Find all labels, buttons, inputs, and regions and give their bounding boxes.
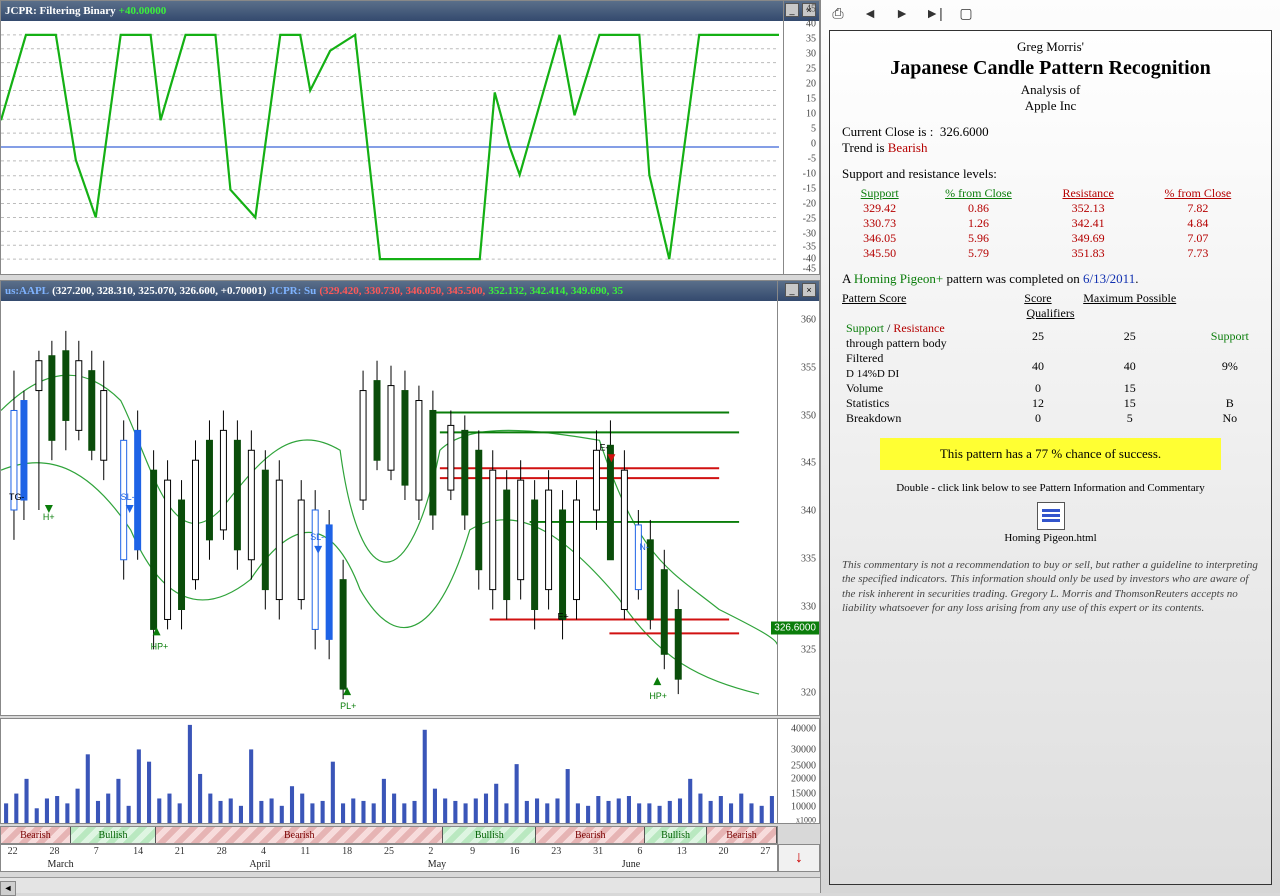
sr-heading: Support and resistance levels: xyxy=(842,166,1259,182)
close-value: 326.6000 xyxy=(940,124,989,139)
pattern-sentence: A Homing Pigeon+ pattern was completed o… xyxy=(842,271,1259,287)
dblclick-hint: Double - click link below to see Pattern… xyxy=(842,482,1259,494)
trend-value: Bearish xyxy=(888,140,928,155)
indicator-chart: JCPR: Filtering Binary +40.00000 _ × xyxy=(0,0,820,275)
last-icon[interactable]: ►| xyxy=(925,4,943,22)
trend-ribbon: BearishBullishBearishBullishBearishBulli… xyxy=(0,826,778,844)
horizontal-scrollbar[interactable]: ◄ xyxy=(0,877,820,893)
file-link[interactable]: Homing Pigeon.html xyxy=(842,532,1259,544)
close-label: Current Close is : xyxy=(842,124,933,139)
sr-table: Support % from Close Resistance % from C… xyxy=(842,186,1259,261)
next-icon[interactable]: ► xyxy=(893,4,911,22)
report-company: Apple Inc xyxy=(842,98,1259,114)
scroll-right-button[interactable]: ↓ xyxy=(778,844,820,872)
svg-text:N-: N- xyxy=(639,542,648,552)
volume-yaxis: 400003000025000 200001500010000 x1000 xyxy=(777,719,819,823)
volume-chart: 400003000025000 200001500010000 x1000 xyxy=(0,718,820,824)
file-icon[interactable] xyxy=(1037,502,1065,530)
new-icon[interactable]: ▢ xyxy=(957,4,975,22)
svg-text:TG-: TG- xyxy=(9,492,24,502)
svg-text:E-: E- xyxy=(599,442,608,452)
candle-ohlc: (327.200, 328.310, 325.070, 326.600, +0.… xyxy=(52,285,266,297)
candle-ticker: us:AAPL xyxy=(5,285,49,297)
report-toolbar: ⎙ ◄ ► ►| ▢ xyxy=(821,0,1280,26)
indicator-value: +40.00000 xyxy=(119,5,167,17)
indicator-title: JCPR: Filtering Binary xyxy=(5,5,116,17)
svg-text:HP+: HP+ xyxy=(151,641,169,651)
report-analysis-of: Analysis of xyxy=(842,82,1259,98)
pattern-score-table: Pattern Score Score Maximum Possible Qua… xyxy=(842,291,1259,426)
candle-srlabel: JCPR: Su xyxy=(270,285,317,297)
candlestick-chart: us:AAPL (327.200, 328.310, 325.070, 326.… xyxy=(0,280,820,716)
disclaimer: This commentary is not a recommendation … xyxy=(842,558,1259,615)
svg-text:HP+: HP+ xyxy=(649,691,667,701)
report-byline: Greg Morris' xyxy=(842,39,1259,55)
report-pane: ⎙ ◄ ► ►| ▢ Greg Morris' Japanese Candle … xyxy=(820,0,1280,893)
svg-text:SL-: SL- xyxy=(121,492,135,502)
trend-label: Trend is xyxy=(842,140,885,155)
indicator-yaxis: 454035 302520 15105 0-5-10 -15-20-25 -30… xyxy=(783,1,819,274)
svg-text:SL-: SL- xyxy=(310,532,324,542)
success-chance: This pattern has a 77 % chance of succes… xyxy=(880,438,1222,470)
report-title: Japanese Candle Pattern Recognition xyxy=(842,57,1259,80)
indicator-titlebar[interactable]: JCPR: Filtering Binary +40.00000 _ × xyxy=(1,1,819,21)
candle-yaxis: 360355350 345340335 330325320 326.6000 xyxy=(777,281,819,715)
candle-titlebar[interactable]: us:AAPL (327.200, 328.310, 325.070, 326.… xyxy=(1,281,819,301)
candle-supports: (329.420, 330.730, 346.050, 345.500, xyxy=(319,285,485,297)
svg-text:PL+: PL+ xyxy=(340,701,356,711)
price-tag: 326.6000 xyxy=(771,622,819,635)
svg-text:E+: E+ xyxy=(558,611,569,621)
print-icon[interactable]: ⎙ xyxy=(829,4,847,22)
svg-text:H+: H+ xyxy=(43,512,55,522)
scroll-left-icon[interactable]: ◄ xyxy=(0,881,16,896)
date-axis: 222871421284111825291623316132027MarchAp… xyxy=(0,844,778,872)
prev-icon[interactable]: ◄ xyxy=(861,4,879,22)
candle-resists: 352.132, 342.414, 349.690, 35 xyxy=(488,285,623,297)
